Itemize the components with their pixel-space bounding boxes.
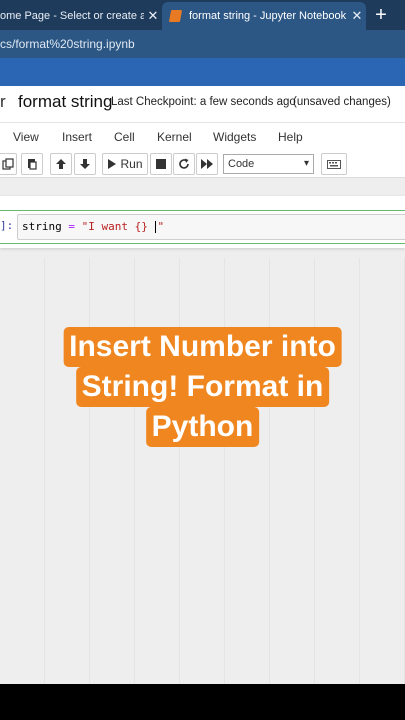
notebook-header: r format string Last Checkpoint: a few s… <box>0 86 405 122</box>
arrow-down-icon <box>80 159 90 169</box>
close-icon[interactable]: ✕ <box>144 8 162 24</box>
menu-view[interactable]: View <box>13 130 39 144</box>
tab-title: format string - Jupyter Notebook <box>189 10 347 22</box>
jupyter-page: r format string Last Checkpoint: a few s… <box>0 86 405 684</box>
copy-cell-button[interactable] <box>0 153 17 175</box>
menu-insert[interactable]: Insert <box>62 130 92 144</box>
jupyter-logo[interactable]: r <box>0 92 6 112</box>
notebook-toolbar: Run Code ▾ <box>0 150 405 178</box>
restart-button[interactable] <box>173 153 195 175</box>
address-text: cs/format%20string.ipynb <box>0 37 135 51</box>
restart-icon <box>179 158 189 169</box>
bottom-black-bar <box>0 684 405 720</box>
browser-tab-strip: ome Page - Select or create a n ✕ format… <box>0 0 405 30</box>
menu-kernel[interactable]: Kernel <box>157 130 192 144</box>
stop-icon <box>156 159 166 169</box>
paste-icon <box>28 159 37 170</box>
notebook-paper: ]: string = "I want {} " <box>0 196 405 248</box>
checkpoint-status: Last Checkpoint: a few seconds ago <box>111 96 296 108</box>
move-down-button[interactable] <box>74 153 96 175</box>
close-icon[interactable]: ✕ <box>348 8 366 24</box>
play-icon <box>108 159 117 169</box>
restart-run-all-button[interactable] <box>196 153 218 175</box>
code-string-end: " <box>157 220 165 233</box>
unsaved-indicator: (unsaved changes) <box>293 96 391 108</box>
code-string-start: "I want {} <box>81 220 155 233</box>
interrupt-button[interactable] <box>150 153 172 175</box>
arrow-up-icon <box>56 159 66 169</box>
menu-help[interactable]: Help <box>278 130 303 144</box>
cell-type-value: Code <box>228 158 255 170</box>
move-up-button[interactable] <box>50 153 72 175</box>
copy-icon <box>1 158 14 170</box>
tab-title: ome Page - Select or create a n <box>0 10 144 22</box>
code-variable: string <box>22 220 62 233</box>
code-operator: = <box>61 220 82 233</box>
paste-cell-button[interactable] <box>21 153 43 175</box>
notebook-icon <box>168 10 183 22</box>
menu-cell[interactable]: Cell <box>114 130 135 144</box>
menu-widgets[interactable]: Widgets <box>213 130 256 144</box>
command-palette-button[interactable] <box>321 153 347 175</box>
background-grid <box>0 258 405 684</box>
bookmarks-bar <box>0 58 405 86</box>
run-button[interactable]: Run <box>102 153 148 175</box>
chevron-down-icon: ▾ <box>303 158 309 169</box>
code-cell-input[interactable]: string = "I want {} " <box>17 214 405 240</box>
tab-home-page[interactable]: ome Page - Select or create a n ✕ <box>0 2 162 30</box>
address-bar[interactable]: cs/format%20string.ipynb <box>0 30 405 58</box>
notebook-title[interactable]: format string <box>18 92 112 112</box>
cell-type-select[interactable]: Code ▾ <box>223 154 314 174</box>
keyboard-icon <box>327 159 341 169</box>
tab-format-string[interactable]: format string - Jupyter Notebook ✕ <box>162 2 366 30</box>
notebook-container: ]: string = "I want {} " <box>0 178 405 684</box>
menu-bar: View Insert Cell Kernel Widgets Help <box>0 122 405 150</box>
input-prompt: ]: <box>0 219 14 232</box>
run-label: Run <box>120 157 143 171</box>
new-tab-button[interactable]: + <box>370 4 392 26</box>
fast-forward-icon <box>201 159 213 169</box>
